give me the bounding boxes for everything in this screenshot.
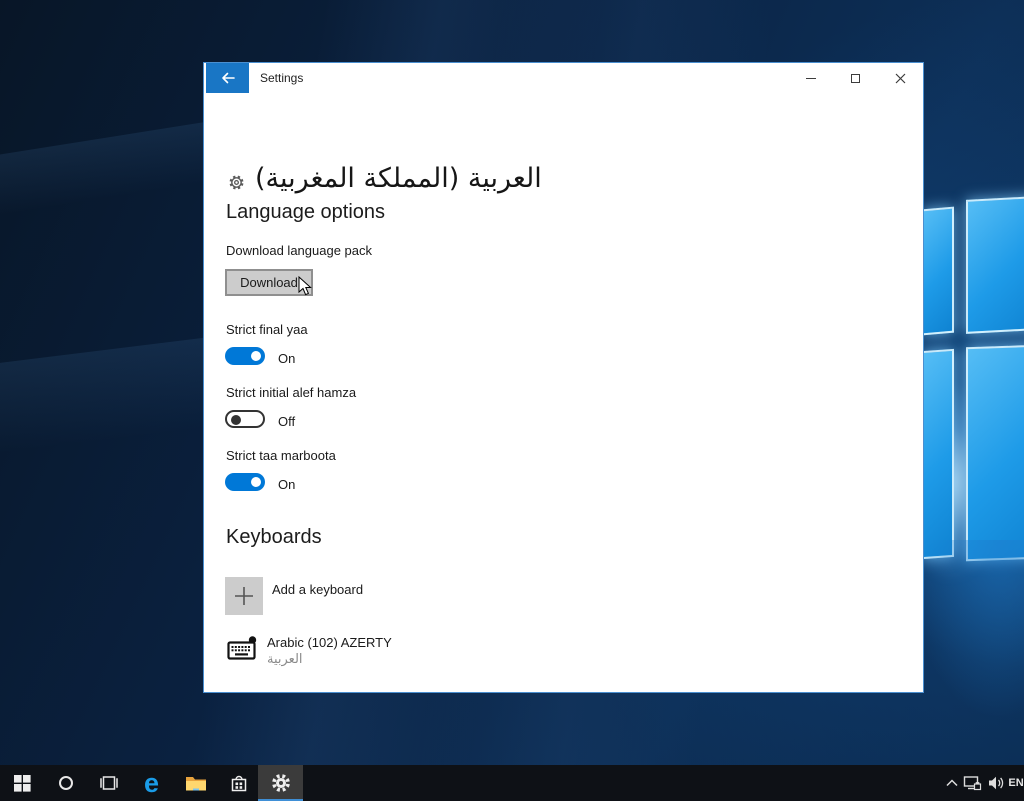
keyboard-item-title: Arabic (102) AZERTY bbox=[267, 635, 392, 650]
input-language-button[interactable]: EN bbox=[1006, 765, 1024, 801]
volume-tray-button[interactable] bbox=[984, 765, 1008, 801]
windows-logo-icon bbox=[14, 774, 31, 792]
strict-final-yaa-label: Strict final yaa bbox=[226, 322, 308, 337]
minimize-icon bbox=[805, 77, 816, 79]
strict-final-yaa-state: On bbox=[278, 351, 296, 366]
keyboards-heading: Keyboards bbox=[226, 526, 322, 548]
wallpaper-logo-pane bbox=[966, 196, 1024, 334]
maximize-icon bbox=[851, 73, 860, 83]
chevron-up-icon bbox=[946, 779, 958, 787]
keyboard-item-subtitle: العربية bbox=[267, 652, 303, 667]
window-title: Settings bbox=[260, 71, 304, 85]
titlebar[interactable]: Settings bbox=[204, 63, 923, 93]
settings-window: Settings العربية (المملكة المغربية) Lang… bbox=[203, 62, 924, 693]
keyboard-icon bbox=[227, 634, 258, 660]
add-keyboard-button[interactable] bbox=[225, 577, 263, 615]
file-explorer-button[interactable] bbox=[175, 765, 216, 801]
toggle-knob bbox=[251, 351, 261, 361]
strict-initial-alef-hamza-toggle[interactable] bbox=[225, 410, 265, 428]
language-options-heading: Language options bbox=[226, 201, 386, 223]
plus-icon bbox=[235, 587, 253, 605]
store-button[interactable] bbox=[218, 765, 259, 801]
network-tray-button[interactable] bbox=[960, 765, 984, 801]
windows-wallpaper-logo bbox=[890, 192, 1024, 582]
volume-icon bbox=[989, 776, 1004, 790]
file-explorer-icon bbox=[185, 777, 206, 791]
toggle-knob bbox=[251, 477, 261, 487]
toggle-knob bbox=[231, 415, 241, 425]
page-content: Language options Download language pack … bbox=[204, 93, 923, 694]
close-icon bbox=[895, 73, 906, 83]
maximize-button[interactable] bbox=[833, 63, 878, 93]
back-button[interactable] bbox=[206, 63, 249, 93]
left-arrow-icon bbox=[221, 72, 235, 84]
add-keyboard-label: Add a keyboard bbox=[272, 582, 364, 597]
minimize-button[interactable] bbox=[788, 63, 833, 93]
settings-taskbar-button[interactable] bbox=[258, 765, 303, 801]
wallpaper-logo-pane bbox=[922, 348, 954, 560]
store-icon bbox=[231, 775, 246, 792]
taskbar: e EN bbox=[0, 765, 1024, 801]
mouse-cursor bbox=[298, 276, 312, 296]
wallpaper-logo-pane bbox=[966, 344, 1024, 562]
close-button[interactable] bbox=[878, 63, 923, 93]
search-icon bbox=[58, 776, 73, 790]
task-view-button[interactable] bbox=[88, 765, 129, 801]
strict-taa-marboota-label: Strict taa marboota bbox=[226, 448, 336, 463]
task-view-icon bbox=[99, 776, 118, 790]
screen: Settings العربية (المملكة المغربية) Lang… bbox=[0, 0, 1024, 801]
strict-taa-marboota-toggle[interactable] bbox=[225, 473, 265, 491]
gear-icon bbox=[271, 774, 290, 792]
start-button[interactable] bbox=[2, 765, 43, 801]
wallpaper-logo-pane bbox=[922, 206, 954, 336]
input-language-label: EN bbox=[1008, 777, 1024, 789]
download-language-pack-label: Download language pack bbox=[226, 243, 372, 258]
edge-button[interactable]: e bbox=[131, 765, 172, 801]
search-button[interactable] bbox=[45, 765, 86, 801]
edge-icon: e bbox=[143, 767, 160, 798]
show-hidden-icons-button[interactable] bbox=[942, 765, 962, 801]
network-icon bbox=[963, 775, 981, 790]
strict-final-yaa-toggle[interactable] bbox=[225, 347, 265, 365]
strict-initial-alef-hamza-label: Strict initial alef hamza bbox=[226, 385, 357, 400]
strict-taa-marboota-state: On bbox=[278, 477, 296, 492]
strict-initial-alef-hamza-state: Off bbox=[278, 414, 296, 429]
